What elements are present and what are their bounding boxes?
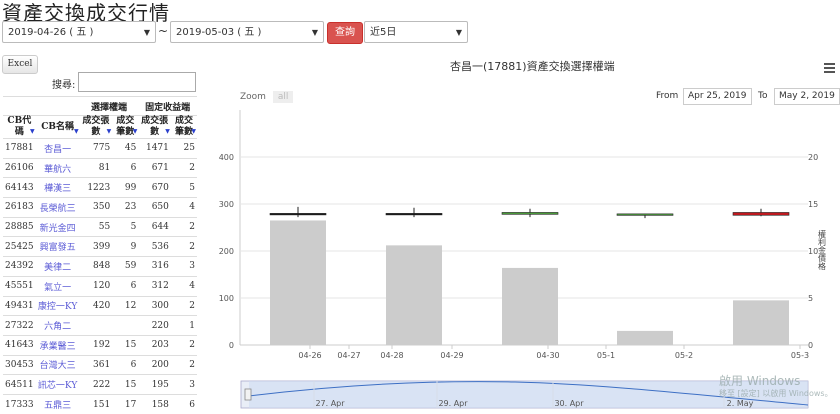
candle-body xyxy=(269,213,327,216)
left-axis-tick-label: 0 xyxy=(229,341,234,350)
left-axis-tick-label: 200 xyxy=(219,247,234,256)
windows-watermark: 啟用 Windows xyxy=(719,374,801,388)
x-axis-tick-label: 04-26 xyxy=(298,351,321,360)
right-axis-tick-label: 20 xyxy=(808,153,818,162)
windows-watermark-sub: 移至 [設定] 以啟用 Windows。 xyxy=(719,389,833,398)
right-axis-tick-label: 15 xyxy=(808,200,818,209)
x-axis-tick-label: 05-2 xyxy=(675,351,693,360)
x-axis-tick-label: 04-27 xyxy=(337,351,360,360)
x-axis-tick-label: 05-1 xyxy=(597,351,615,360)
volume-bar xyxy=(386,245,442,345)
candle-body xyxy=(616,213,674,216)
chart-area: 010020030040005101520權利金價格04-26 04-27 04-2… xyxy=(219,110,827,409)
x-axis-tick-label: 05-3 xyxy=(791,351,809,360)
x-axis-tick-label: 04-29 xyxy=(440,351,463,360)
volume-bar xyxy=(733,300,789,345)
navigator-tick-label: 30. Apr xyxy=(554,399,584,408)
left-axis-tick-label: 100 xyxy=(219,294,234,303)
x-axis-tick-label: 04-30 xyxy=(536,351,559,360)
volume-bar xyxy=(502,267,558,345)
candle-body xyxy=(385,213,443,216)
right-axis-tick-label: 0 xyxy=(808,341,813,350)
volume-bar xyxy=(617,330,673,345)
navigator-tick-label: 27. Apr xyxy=(315,399,345,408)
left-axis-tick-label: 300 xyxy=(219,200,234,209)
navigator-tick-label: 29. Apr xyxy=(438,399,468,408)
left-axis-tick-label: 400 xyxy=(219,153,234,162)
navigator-left-handle xyxy=(244,388,252,401)
right-axis-tick-label: 5 xyxy=(808,294,813,303)
volume-bar xyxy=(270,220,326,345)
candle-body xyxy=(732,212,790,216)
right-axis-title: 權利金價格 xyxy=(818,229,827,271)
candle-body xyxy=(501,212,559,215)
navigator-tick-label: 2. May xyxy=(727,399,754,408)
x-axis-tick-label: 04-28 xyxy=(380,351,403,360)
